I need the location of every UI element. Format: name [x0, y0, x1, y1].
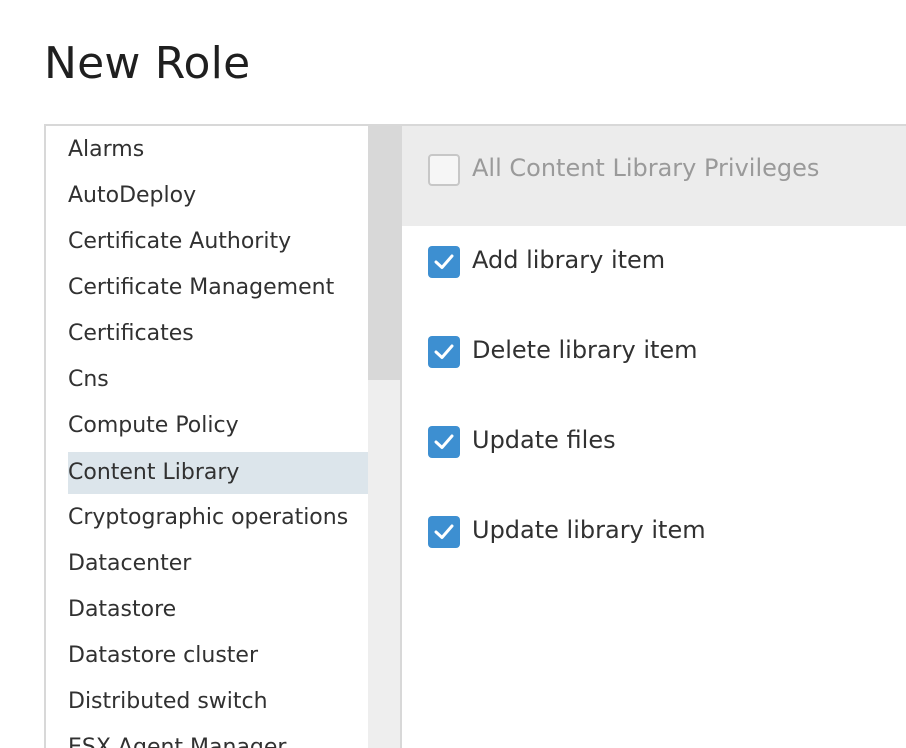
category-item-datacenter[interactable]: Datacenter [68, 543, 191, 585]
all-privileges-header: All Content Library Privileges [402, 126, 906, 226]
category-item-autodeploy[interactable]: AutoDeploy [68, 175, 196, 217]
page-title: New Role [44, 38, 251, 89]
all-privileges-label: All Content Library Privileges [472, 154, 820, 182]
add-library-item-checkbox[interactable] [428, 246, 460, 278]
all-privileges-checkbox[interactable] [428, 154, 460, 186]
checkmark-icon [434, 254, 454, 269]
update-files-checkbox[interactable] [428, 426, 460, 458]
category-item-content-library[interactable]: Content Library [68, 452, 368, 494]
category-item-distributed-switch[interactable]: Distributed switch [68, 681, 268, 723]
category-item-datastore-cluster[interactable]: Datastore cluster [68, 635, 258, 677]
update-library-item-label: Update library item [472, 516, 706, 544]
category-item-datastore[interactable]: Datastore [68, 589, 176, 631]
role-editor-panel: Alarms AutoDeploy Certificate Authority … [44, 124, 906, 748]
privilege-list: All Content Library Privileges Add libra… [402, 126, 906, 748]
checkmark-icon [434, 434, 454, 449]
privilege-category-list: Alarms AutoDeploy Certificate Authority … [48, 126, 370, 748]
category-item-alarms[interactable]: Alarms [68, 129, 144, 171]
add-library-item-label: Add library item [472, 246, 666, 274]
category-item-compute-policy[interactable]: Compute Policy [68, 405, 239, 447]
category-item-cryptographic-operations[interactable]: Cryptographic operations [68, 497, 348, 539]
scrollbar-thumb[interactable] [368, 126, 400, 380]
checkmark-icon [434, 344, 454, 359]
category-item-certificates[interactable]: Certificates [68, 313, 194, 355]
category-item-esx-agent-manager[interactable]: ESX Agent Manager [68, 727, 286, 748]
checkmark-icon [434, 524, 454, 539]
category-item-certificate-authority[interactable]: Certificate Authority [68, 221, 291, 263]
delete-library-item-label: Delete library item [472, 336, 698, 364]
category-item-cns[interactable]: Cns [68, 359, 109, 401]
category-item-certificate-management[interactable]: Certificate Management [68, 267, 334, 309]
delete-library-item-checkbox[interactable] [428, 336, 460, 368]
update-library-item-checkbox[interactable] [428, 516, 460, 548]
update-files-label: Update files [472, 426, 616, 454]
category-list-scrollbar[interactable] [368, 126, 402, 748]
